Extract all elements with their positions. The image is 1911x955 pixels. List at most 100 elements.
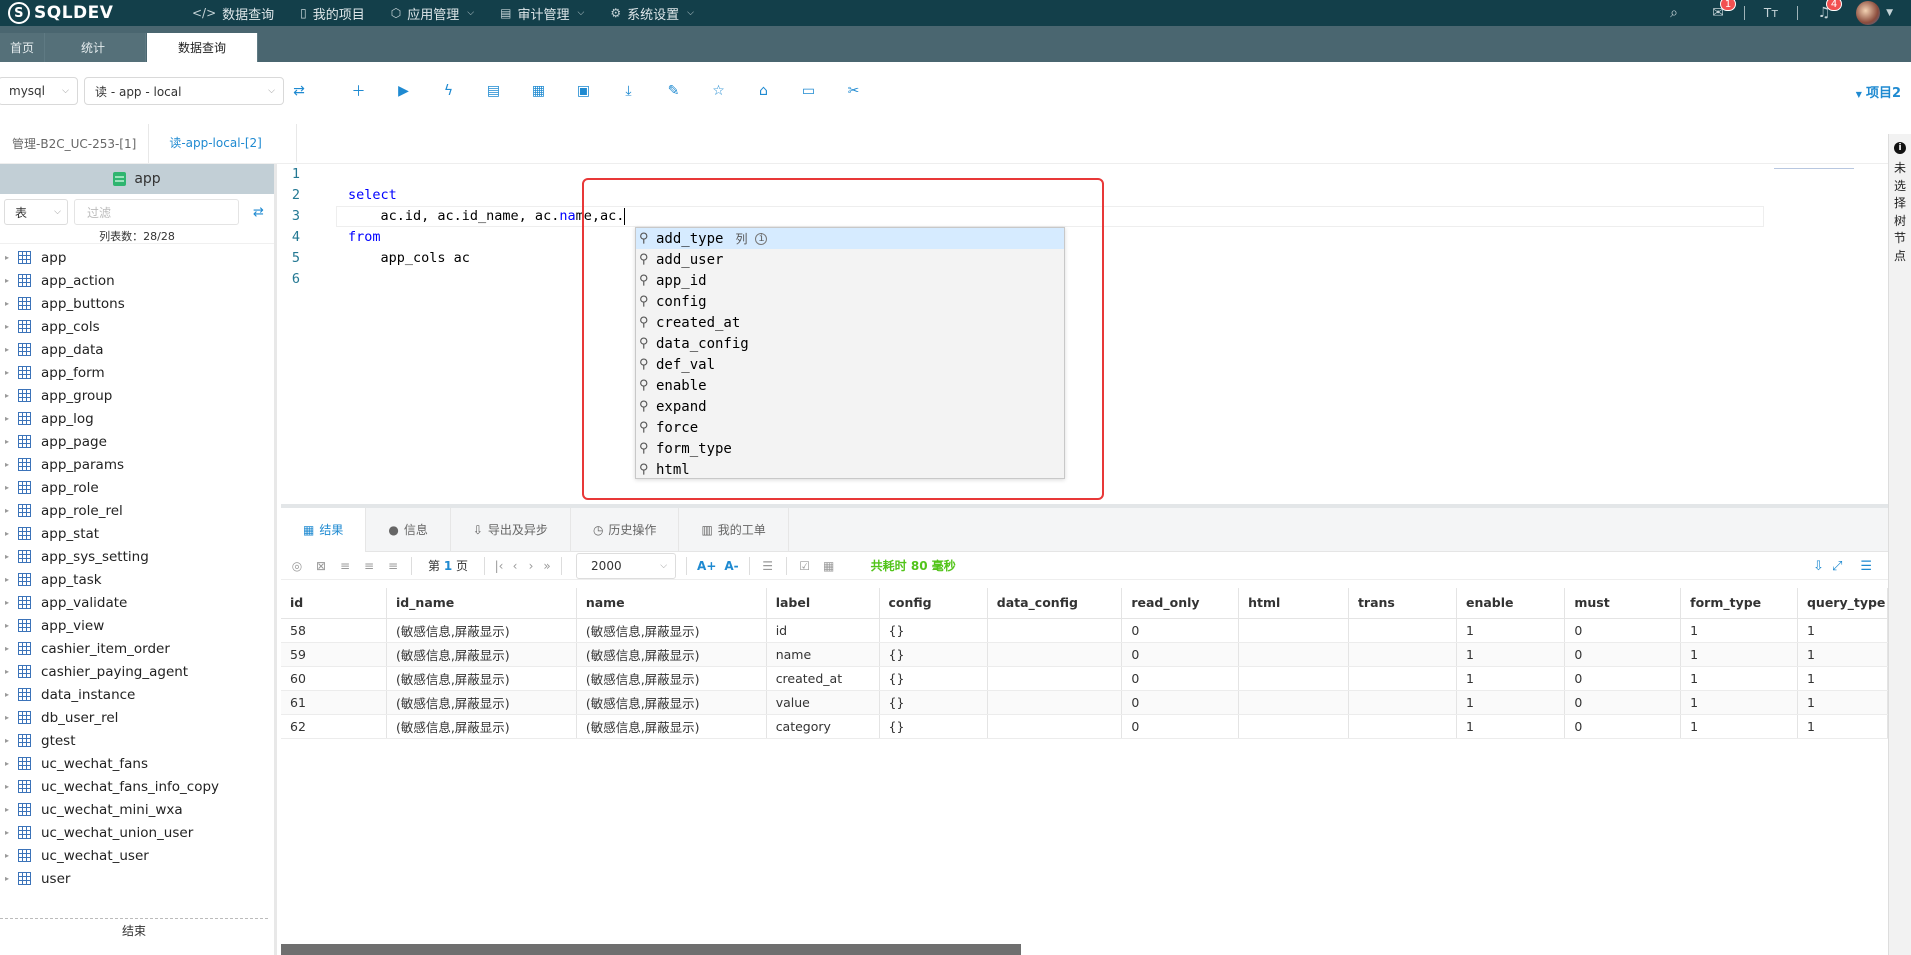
column-header[interactable]: query_type — [1797, 588, 1889, 619]
expand-caret-icon[interactable]: ▸ — [0, 759, 14, 768]
suggestion-item[interactable]: ⚲ expand — [636, 396, 1064, 417]
expand-caret-icon[interactable]: ▸ — [0, 621, 14, 630]
table-cell[interactable]: 1 — [1456, 642, 1566, 667]
table-cell[interactable]: {} — [879, 618, 988, 643]
table-cell[interactable]: {} — [879, 642, 988, 667]
font-decrease-button[interactable]: A- — [724, 559, 738, 573]
edit-row-icon[interactable]: ≡ — [357, 559, 381, 573]
table-cell[interactable]: (敏感信息,屏蔽显示) — [576, 642, 767, 667]
suggestion-item[interactable]: ⚲ form_type — [636, 438, 1064, 459]
table-cell[interactable] — [1238, 642, 1349, 667]
column-header[interactable]: trans — [1348, 588, 1458, 619]
table-cell[interactable]: 1 — [1680, 714, 1798, 739]
table-item[interactable]: ▸ uc_wechat_fans_info_copy — [0, 775, 274, 798]
tab-export[interactable]: ⇩ 导出及异步 — [451, 507, 571, 552]
suggestion-item[interactable]: ⚲ app_id — [636, 270, 1064, 291]
table-cell[interactable]: 0 — [1121, 690, 1240, 715]
delete-row-icon[interactable]: ⊠ — [309, 559, 333, 573]
table-item[interactable]: ▸ app_role_rel — [0, 499, 274, 522]
editor-minimap[interactable] — [1774, 168, 1854, 172]
object-type-select[interactable]: 表 ⌵ — [4, 199, 68, 225]
page-size-select[interactable]: 2000 ⌵ — [576, 552, 677, 579]
project-selector[interactable]: ▼ 项目2 — [1856, 82, 1901, 101]
table-item[interactable]: ▸ gtest — [0, 729, 274, 752]
table-item[interactable]: ▸ app_log — [0, 407, 274, 430]
table-cell[interactable]: 62 — [281, 714, 387, 739]
tab-home[interactable]: 首页 — [0, 33, 46, 62]
table-cell[interactable]: 1 — [1456, 666, 1566, 691]
expand-caret-icon[interactable]: ▸ — [0, 782, 14, 791]
filter-input[interactable]: 过滤 — [74, 199, 239, 225]
table-cell[interactable]: (敏感信息,屏蔽显示) — [576, 714, 767, 739]
suggestion-item[interactable]: ⚲ enable — [636, 375, 1064, 396]
table-item[interactable]: ▸ app_role — [0, 476, 274, 499]
column-header[interactable]: config — [879, 588, 988, 619]
table-cell[interactable]: 0 — [1564, 642, 1682, 667]
export-icon[interactable]: ⇩ — [1813, 559, 1824, 574]
expand-caret-icon[interactable]: ▸ — [0, 322, 14, 331]
table-item[interactable]: ▸ app_action — [0, 269, 274, 292]
expand-caret-icon[interactable]: ▸ — [0, 598, 14, 607]
table-item[interactable]: ▸ app_task — [0, 568, 274, 591]
prev-page-icon[interactable]: ‹ — [507, 559, 523, 573]
checkbox-icon[interactable]: ☑ — [793, 559, 817, 573]
column-header[interactable]: name — [576, 588, 767, 619]
expand-caret-icon[interactable]: ▸ — [0, 690, 14, 699]
editor-tab-1[interactable]: 管理-B2C_UC-253-[1] — [0, 124, 150, 163]
table-cell[interactable] — [1238, 618, 1349, 643]
table-cell[interactable]: 1 — [1797, 666, 1889, 691]
expand-caret-icon[interactable]: ▸ — [0, 736, 14, 745]
table-cell[interactable] — [987, 642, 1123, 667]
expand-caret-icon[interactable]: ▸ — [0, 391, 14, 400]
check-icon[interactable]: ◎ — [285, 559, 309, 573]
column-settings-icon[interactable]: ☰ — [756, 559, 780, 573]
next-page-icon[interactable]: › — [523, 559, 539, 573]
table-item[interactable]: ▸ app_sys_setting — [0, 545, 274, 568]
tab-history[interactable]: ◷ 历史操作 — [571, 507, 680, 552]
table-item[interactable]: ▸ db_user_rel — [0, 706, 274, 729]
search-button[interactable]: ⌕ — [1652, 0, 1696, 26]
right-panel-rail[interactable]: i 未选择树节点 — [1888, 134, 1911, 955]
menu-item[interactable]: ⚙ 系统设置 ⌵ — [598, 0, 708, 26]
table-cell[interactable]: (敏感信息,屏蔽显示) — [576, 666, 767, 691]
table-cell[interactable]: (敏感信息,屏蔽显示) — [576, 690, 767, 715]
table-item[interactable]: ▸ app_validate — [0, 591, 274, 614]
table-cell[interactable]: 1 — [1680, 642, 1798, 667]
expand-caret-icon[interactable]: ▸ — [0, 552, 14, 561]
table-cell[interactable]: (敏感信息,屏蔽显示) — [386, 690, 577, 715]
expand-caret-icon[interactable]: ▸ — [0, 828, 14, 837]
column-header[interactable]: id — [281, 588, 387, 619]
snippet-button[interactable]: ▭ — [786, 77, 831, 105]
table-cell[interactable]: 0 — [1564, 714, 1682, 739]
menu-item[interactable]: ⬡ 应用管理 ⌵ — [379, 0, 488, 26]
first-page-icon[interactable]: |‹ — [491, 559, 507, 573]
table-cell[interactable]: 1 — [1797, 642, 1889, 667]
table-cell[interactable]: 0 — [1121, 618, 1240, 643]
table-cell[interactable] — [1348, 642, 1458, 667]
table-item[interactable]: ▸ uc_wechat_union_user — [0, 821, 274, 844]
table-cell[interactable]: 1 — [1456, 618, 1566, 643]
table-cell[interactable]: category — [766, 714, 880, 739]
table-item[interactable]: ▸ user — [0, 867, 274, 890]
run-button[interactable]: ▶ — [381, 77, 426, 105]
suggestion-item[interactable]: ⚲ config — [636, 291, 1064, 312]
table-cell[interactable]: 1 — [1680, 618, 1798, 643]
tab-data-query[interactable]: 数据查询 — [147, 33, 259, 62]
user-avatar[interactable] — [1856, 1, 1881, 25]
table-item[interactable]: ▸ cashier_item_order — [0, 637, 274, 660]
tab-info[interactable]: ● 信息 — [366, 507, 451, 552]
expand-caret-icon[interactable]: ▸ — [0, 414, 14, 423]
add-row-icon[interactable]: ≡ — [333, 559, 357, 573]
column-header[interactable]: data_config — [987, 588, 1123, 619]
table-item[interactable]: ▸ app — [0, 246, 274, 269]
column-header[interactable]: read_only — [1121, 588, 1240, 619]
table-cell[interactable]: (敏感信息,屏蔽显示) — [386, 714, 577, 739]
expand-caret-icon[interactable]: ▸ — [0, 667, 14, 676]
table-cell[interactable]: 1 — [1680, 666, 1798, 691]
suggestion-item[interactable]: ⚲ add_type 列 i — [636, 228, 1064, 249]
menu-item[interactable]: ▤ 审计管理 ⌵ — [488, 0, 598, 26]
expand-caret-icon[interactable]: ▸ — [0, 529, 14, 538]
suggestion-item[interactable]: ⚲ add_user — [636, 249, 1064, 270]
expand-caret-icon[interactable]: ▸ — [0, 345, 14, 354]
list-view-icon[interactable]: ☰ — [1860, 559, 1872, 574]
